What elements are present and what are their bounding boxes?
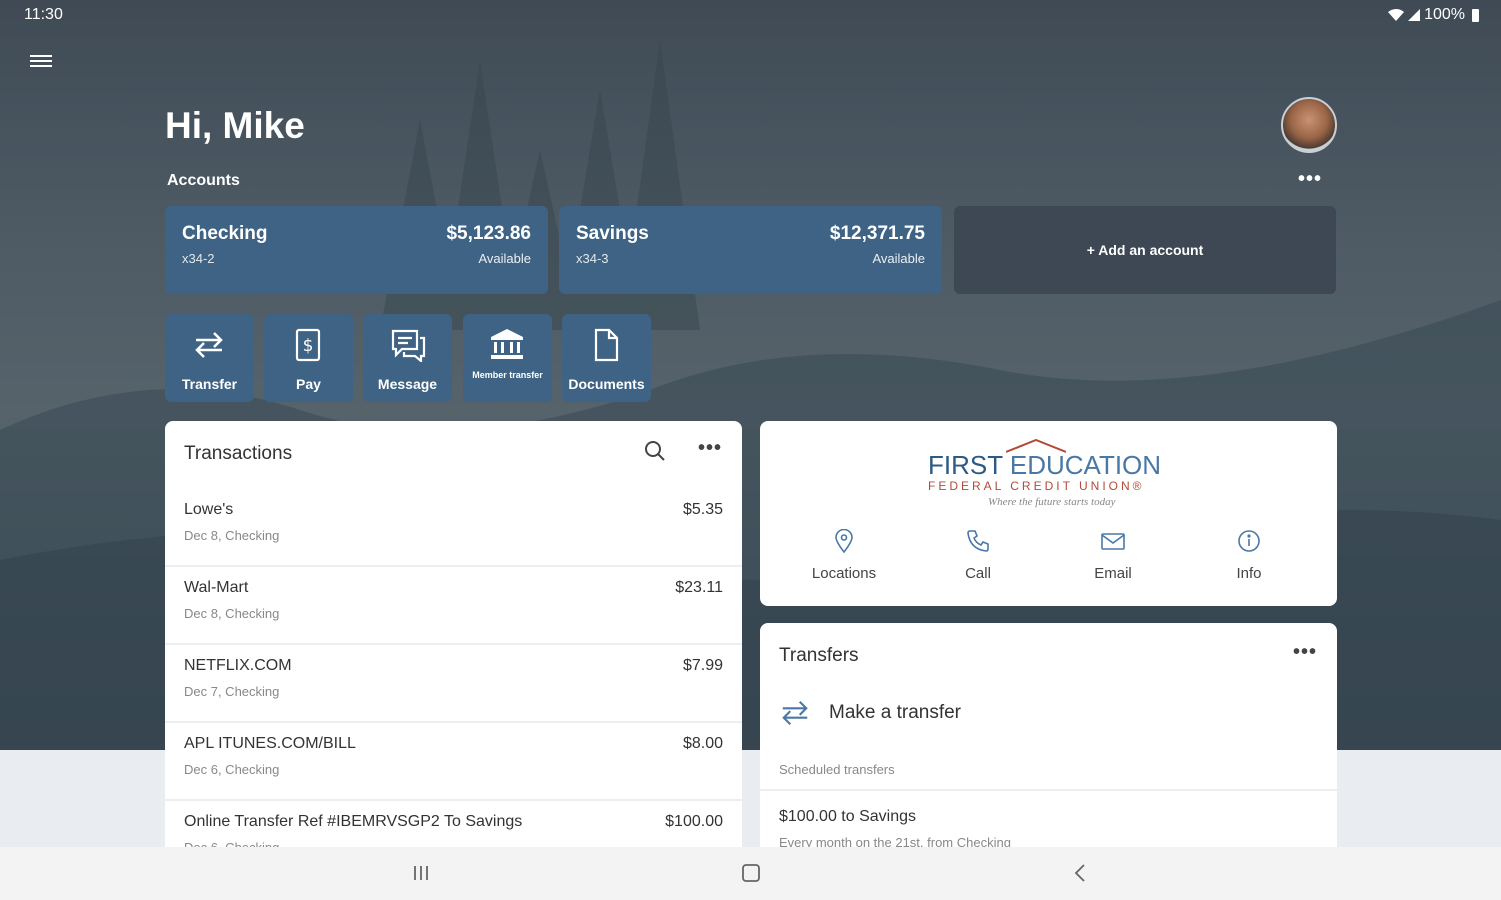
scheduled-transfers-label: Scheduled transfers — [779, 762, 895, 777]
hamburger-menu-icon[interactable] — [30, 52, 52, 74]
back-icon[interactable] — [1071, 863, 1091, 883]
transaction-date: Dec 8, Checking — [184, 606, 280, 621]
add-account-button[interactable]: + Add an account — [954, 206, 1336, 294]
message-icon — [391, 329, 426, 362]
transaction-row[interactable]: APL ITUNES.COM/BILL Dec 6, Checking $8.0… — [165, 723, 742, 801]
info-icon — [1238, 530, 1260, 552]
transaction-amount: $5.35 — [682, 501, 723, 518]
status-indicators: 100% — [1388, 6, 1479, 24]
transfer-icon — [782, 700, 808, 726]
battery-percent: 100% — [1424, 6, 1465, 23]
locations-button[interactable]: Locations — [784, 529, 904, 582]
transaction-merchant: Online Transfer Ref #IBEMRVSGP2 To Savin… — [184, 813, 523, 830]
transaction-row[interactable]: Wal-Mart Dec 8, Checking $23.11 — [165, 567, 742, 645]
transfers-card: Transfers ••• Make a transfer Scheduled … — [760, 623, 1337, 863]
accounts-more-icon[interactable]: ••• — [1298, 168, 1322, 191]
account-name: Checking — [182, 223, 268, 244]
info-button[interactable]: Info — [1189, 529, 1309, 582]
document-icon — [594, 328, 619, 362]
transaction-date: Dec 6, Checking — [184, 762, 280, 777]
transactions-card: Transactions ••• Lowe's Dec 8, Checking … — [165, 421, 742, 861]
logo-line-1: FIRST EDUCATION — [928, 450, 1162, 480]
credit-union-logo: FIRST EDUCATION FEDERAL CREDIT UNION® Wh… — [928, 439, 1173, 514]
transfer-icon — [195, 332, 223, 358]
locations-label: Locations — [811, 565, 877, 582]
system-navigation-bar — [0, 847, 1501, 900]
signal-icon — [1408, 9, 1421, 21]
status-bar: 11:30 100% — [0, 0, 1501, 30]
info-label: Info — [1236, 565, 1262, 582]
home-icon[interactable] — [741, 863, 761, 883]
transaction-date: Dec 7, Checking — [184, 684, 280, 699]
recent-apps-icon[interactable] — [411, 863, 431, 883]
phone-icon — [967, 530, 989, 552]
account-balance: $12,371.75 — [829, 223, 925, 244]
account-balance-label: Available — [872, 251, 925, 266]
documents-label: Documents — [568, 376, 645, 392]
transaction-row[interactable]: Lowe's Dec 8, Checking $5.35 — [165, 489, 742, 567]
call-button[interactable]: Call — [918, 529, 1038, 582]
svg-text:$: $ — [303, 336, 314, 356]
battery-icon — [1472, 8, 1479, 22]
divider — [760, 789, 1337, 791]
transaction-date: Dec 8, Checking — [184, 528, 280, 543]
transfers-title: Transfers — [779, 645, 859, 666]
account-name: Savings — [576, 223, 649, 244]
transaction-amount: $23.11 — [675, 579, 723, 596]
email-button[interactable]: Email — [1053, 529, 1173, 582]
logo-tagline: Where the future starts today — [988, 496, 1116, 508]
transfer-label: Transfer — [181, 376, 238, 392]
pay-icon: $ — [295, 328, 321, 362]
member-transfer-label: Member transfer — [472, 370, 543, 380]
pay-button[interactable]: $ Pay — [264, 314, 353, 402]
bank-icon — [491, 329, 523, 359]
accounts-label: Accounts — [167, 172, 240, 189]
transaction-merchant: Lowe's — [184, 501, 234, 518]
credit-union-card: FIRST EDUCATION FEDERAL CREDIT UNION® Wh… — [760, 421, 1337, 606]
account-tile-savings[interactable]: Savings x34-3 $12,371.75 Available — [559, 206, 942, 294]
make-transfer-button[interactable]: Make a transfer — [779, 697, 961, 729]
make-transfer-label: Make a transfer — [829, 702, 961, 723]
transaction-row[interactable]: NETFLIX.COM Dec 7, Checking $7.99 — [165, 645, 742, 723]
pay-label: Pay — [296, 376, 321, 392]
location-pin-icon — [835, 529, 853, 553]
transaction-amount: $7.99 — [682, 657, 723, 674]
transactions-more-icon[interactable]: ••• — [698, 437, 722, 460]
transactions-title: Transactions — [184, 443, 293, 464]
transaction-amount: $100.00 — [665, 813, 723, 830]
account-number: x34-3 — [576, 251, 609, 266]
email-label: Email — [1094, 565, 1132, 582]
call-label: Call — [965, 565, 991, 582]
logo-line-2: FEDERAL CREDIT UNION® — [928, 479, 1145, 493]
wifi-icon — [1388, 9, 1405, 21]
transfers-more-icon[interactable]: ••• — [1293, 641, 1317, 664]
transaction-merchant: NETFLIX.COM — [184, 657, 292, 674]
transfer-button[interactable]: Transfer — [165, 314, 254, 402]
email-icon — [1101, 533, 1125, 550]
search-icon[interactable] — [643, 439, 667, 463]
message-label: Message — [377, 376, 438, 392]
transaction-amount: $8.00 — [682, 735, 723, 752]
transaction-merchant: APL ITUNES.COM/BILL — [184, 735, 356, 752]
account-balance-label: Available — [478, 251, 531, 266]
account-tile-checking[interactable]: Checking x34-2 $5,123.86 Available — [165, 206, 548, 294]
status-time: 11:30 — [24, 6, 63, 23]
avatar[interactable] — [1281, 97, 1337, 153]
scheduled-transfer-title[interactable]: $100.00 to Savings — [779, 808, 916, 826]
documents-button[interactable]: Documents — [562, 314, 651, 402]
member-transfer-button[interactable]: Member transfer — [463, 314, 552, 402]
account-number: x34-2 — [182, 251, 215, 266]
transaction-merchant: Wal-Mart — [184, 579, 249, 596]
message-button[interactable]: Message — [363, 314, 452, 402]
account-balance: $5,123.86 — [446, 223, 531, 244]
greeting: Hi, Mike — [165, 105, 305, 146]
